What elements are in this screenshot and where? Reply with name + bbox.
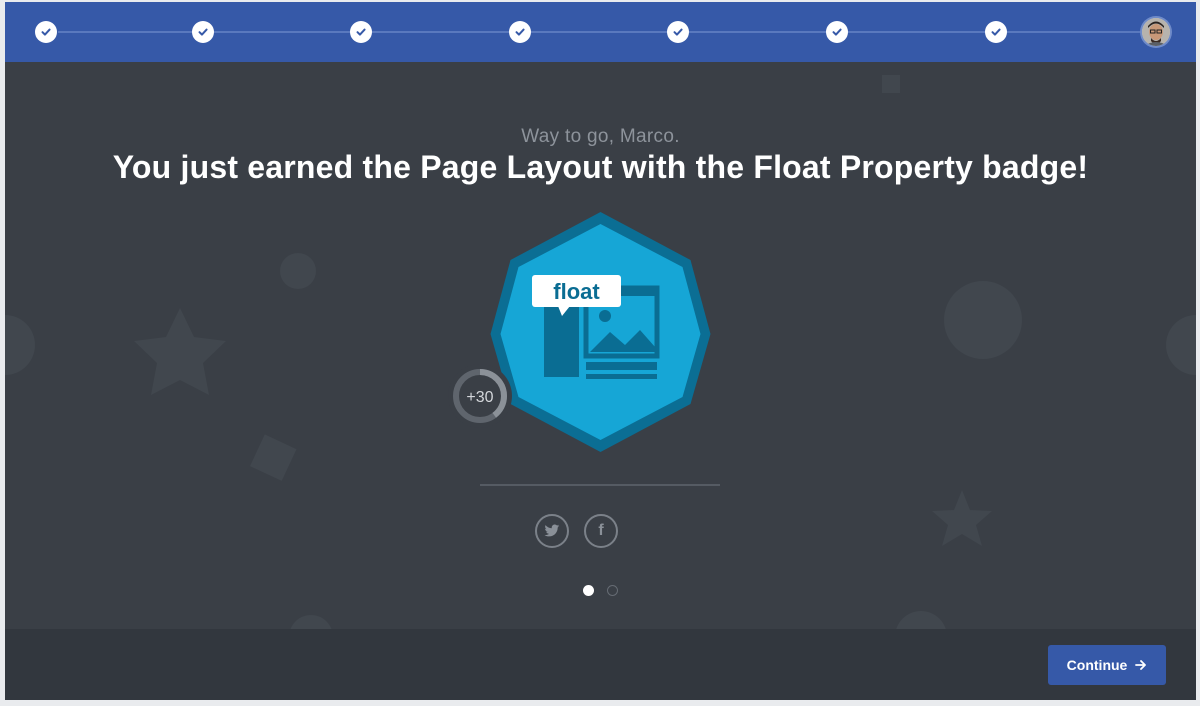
congrats-subtitle: Way to go, Marco. bbox=[521, 126, 680, 147]
progress-bar bbox=[5, 2, 1196, 62]
content-divider bbox=[480, 484, 720, 486]
continue-button[interactable]: Continue bbox=[1048, 645, 1166, 685]
check-icon bbox=[198, 28, 208, 36]
progress-step-7[interactable] bbox=[985, 21, 1007, 43]
progress-step-4[interactable] bbox=[509, 21, 531, 43]
progress-step-6[interactable] bbox=[826, 21, 848, 43]
image-sun-icon bbox=[599, 310, 611, 322]
check-icon bbox=[41, 28, 51, 36]
progress-track bbox=[58, 31, 1142, 33]
avatar-image bbox=[1142, 18, 1170, 46]
layout-text-line bbox=[586, 362, 657, 370]
share-facebook-button[interactable]: f bbox=[584, 514, 618, 548]
check-icon bbox=[991, 28, 1001, 36]
progress-step-1[interactable] bbox=[35, 21, 57, 43]
achievement-modal: Way to go, Marco. You just earned the Pa… bbox=[5, 2, 1196, 700]
float-badge-icon: float +30 bbox=[448, 212, 711, 452]
points-value: +30 bbox=[466, 389, 493, 406]
modal-footer: Continue bbox=[5, 629, 1196, 700]
layout-text-line bbox=[586, 374, 657, 379]
check-icon bbox=[356, 28, 366, 36]
pagination-dot-1[interactable] bbox=[583, 585, 594, 596]
float-label-text: float bbox=[553, 279, 600, 304]
badge-earned-headline: You just earned the Page Layout with the… bbox=[112, 149, 1089, 185]
continue-label: Continue bbox=[1066, 657, 1128, 673]
twitter-icon bbox=[544, 524, 560, 537]
check-icon bbox=[673, 28, 683, 36]
progress-step-5[interactable] bbox=[667, 21, 689, 43]
arrow-right-icon bbox=[1135, 660, 1147, 670]
check-icon bbox=[515, 28, 525, 36]
layout-sidebar-block bbox=[544, 305, 579, 377]
share-twitter-button[interactable] bbox=[535, 514, 569, 548]
progress-step-2[interactable] bbox=[192, 21, 214, 43]
badge-earned-content: Way to go, Marco. You just earned the Pa… bbox=[5, 62, 1196, 629]
check-icon bbox=[832, 28, 842, 36]
facebook-icon: f bbox=[598, 522, 604, 539]
progress-step-3[interactable] bbox=[350, 21, 372, 43]
pagination-dot-2[interactable] bbox=[607, 585, 618, 596]
user-avatar[interactable] bbox=[1142, 18, 1170, 46]
